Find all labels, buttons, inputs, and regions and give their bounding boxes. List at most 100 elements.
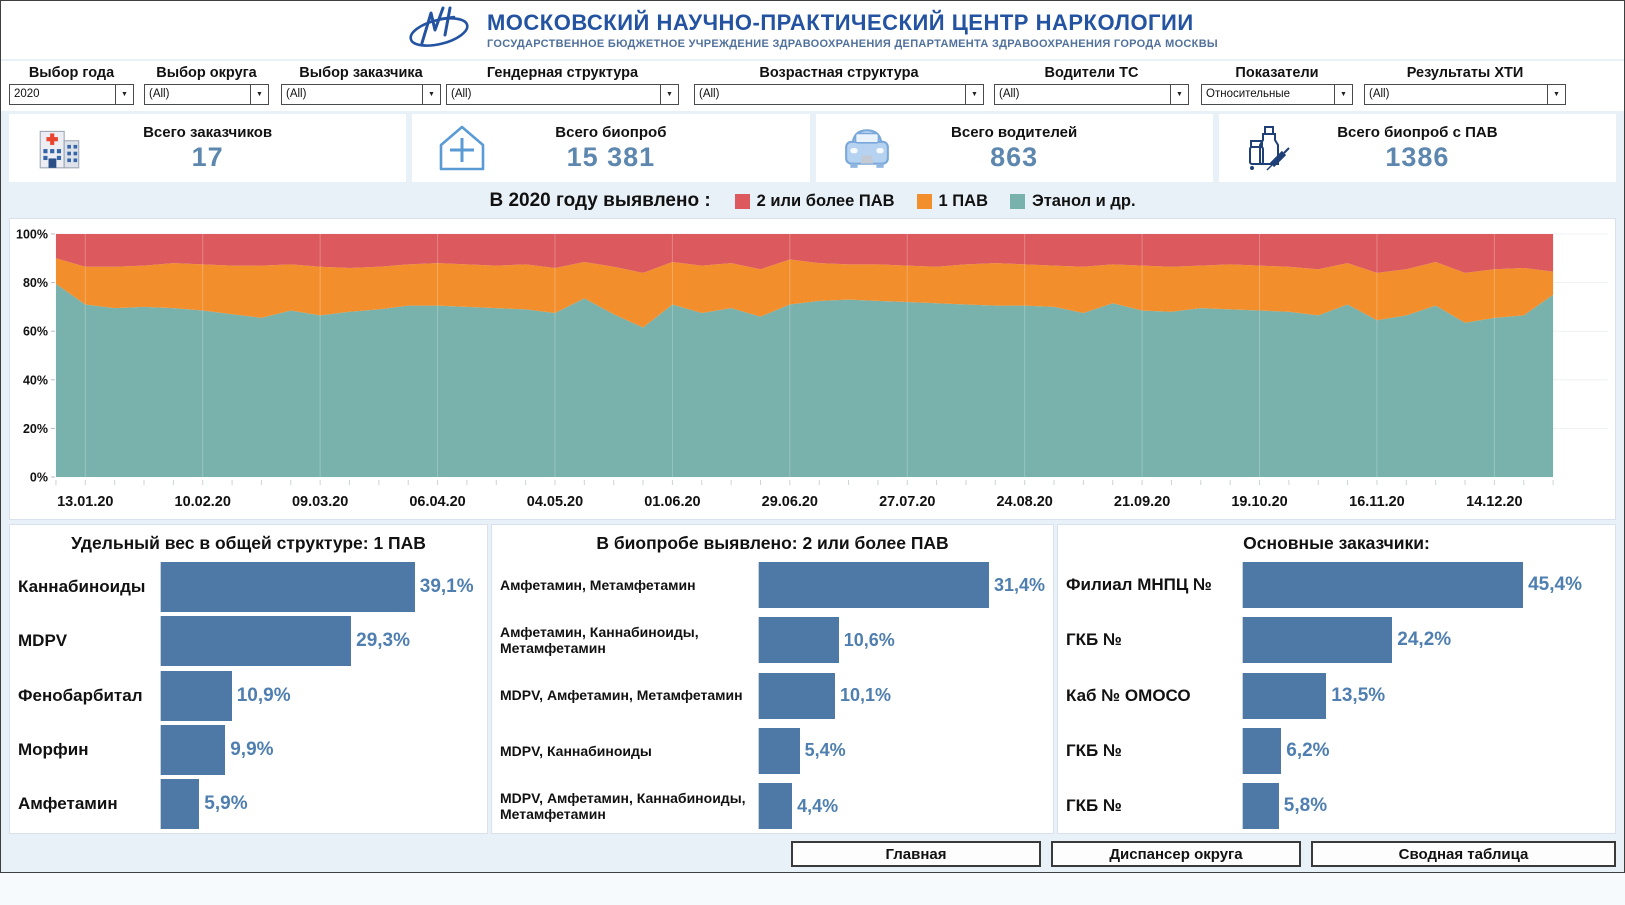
table-row: MDPV, Амфетамин, Метамфетамин 10,1% [500, 673, 1045, 719]
kpi-label: Всего биопроб [555, 124, 666, 141]
filter-dropdown[interactable]: (All) ▼ [1364, 84, 1566, 105]
bar-label: MDPV, Амфетамин, Метамфетамин [500, 687, 758, 703]
filter-label: Выбор заказчика [281, 64, 441, 82]
filter-label: Водители ТС [994, 64, 1189, 82]
chevron-down-icon[interactable]: ▼ [965, 85, 983, 104]
filter-dropdown-value: (All) [447, 85, 471, 104]
chevron-down-icon[interactable]: ▼ [115, 85, 133, 104]
bar-value: 10,1% [840, 685, 891, 706]
bar-label: ГКБ № [1066, 741, 1242, 761]
filter-dropdown[interactable]: (All) ▼ [994, 84, 1189, 105]
filter-label: Возрастная структура [694, 64, 984, 82]
bar-track: 10,1% [758, 673, 1045, 719]
bar-label: Морфин [18, 740, 160, 760]
bar-label: Фенобарбитал [18, 686, 160, 706]
table-row: Каннабиноиды39,1% [18, 562, 479, 612]
svg-text:40%: 40% [23, 373, 48, 387]
bar[interactable] [161, 616, 351, 666]
table-row: Фенобарбитал 10,9% [18, 671, 479, 721]
bar[interactable] [161, 725, 225, 775]
bar-track: 5,4% [758, 728, 1045, 774]
hospital-icon [35, 124, 85, 172]
legend-item[interactable]: Этанол и др. [1010, 192, 1136, 211]
chevron-down-icon[interactable]: ▼ [250, 85, 268, 104]
bar[interactable] [1243, 562, 1523, 608]
bar-label: Амфетамин, Каннабиноиды, Метамфетамин [500, 624, 758, 656]
chevron-down-icon[interactable]: ▼ [660, 85, 678, 104]
area-chart-panel: 0%20%40%60%80%100%13.01.2010.02.2009.03.… [9, 218, 1616, 520]
legend-swatch [917, 194, 932, 209]
filter-dropdown[interactable]: (All)▼ [694, 84, 984, 105]
table-row: MDPV, Амфетамин, Каннабиноиды, Метамфета… [500, 783, 1045, 829]
bar[interactable] [1243, 728, 1281, 774]
bar-value: 5,9% [204, 793, 247, 815]
svg-text:0%: 0% [30, 470, 48, 484]
filter-6: Водители ТС (All) ▼ [994, 64, 1189, 105]
filter-7: ПоказателиОтносительные▼ [1201, 64, 1353, 105]
filter-dropdown[interactable]: 2020 ▼ [9, 84, 134, 105]
chevron-down-icon[interactable]: ▼ [1170, 85, 1188, 104]
bar-value: 29,3% [356, 630, 410, 652]
svg-text:21.09.20: 21.09.20 [1114, 494, 1170, 510]
bar-value: 4,4% [797, 796, 838, 817]
bar-track: 45,4% [1242, 562, 1607, 608]
table-row: ГКБ № 6,2% [1066, 728, 1607, 774]
bar-track: 5,9% [160, 779, 479, 829]
filter-dropdown[interactable]: (All) ▼ [446, 84, 679, 105]
bar-value: 10,9% [237, 685, 291, 707]
filter-dropdown[interactable]: (All)▼ [144, 84, 269, 105]
bar[interactable] [759, 562, 989, 608]
bar-track: 10,9% [160, 671, 479, 721]
chevron-down-icon[interactable]: ▼ [422, 85, 440, 104]
bar[interactable] [1243, 617, 1392, 663]
nav-buttons: Главная Диспансер округа Сводная таблица [1, 841, 1616, 867]
chevron-down-icon[interactable]: ▼ [1334, 85, 1352, 104]
bar-track: 10,6% [758, 617, 1045, 663]
filter-dropdown[interactable]: (All)▼ [281, 84, 441, 105]
bar-track: 31,4% [758, 562, 1045, 608]
filter-bar: Выбор года2020▼Выбор округа(All)▼Выбор з… [1, 61, 1624, 111]
stacked-area-chart[interactable]: 0%20%40%60%80%100%13.01.2010.02.2009.03.… [10, 219, 1615, 519]
table-row: Каб № ОМОСО13,5% [1066, 673, 1607, 719]
table-row: Амфетамин, Метамфетамин31,4% [500, 562, 1045, 608]
bar-label: ГКБ № [1066, 796, 1242, 816]
bar[interactable] [1243, 783, 1279, 829]
svg-text:16.11.20: 16.11.20 [1349, 494, 1405, 510]
bar-track: 5,8% [1242, 783, 1607, 829]
table-row: ГКБ №24,2% [1066, 617, 1607, 663]
legend-item[interactable]: 2 или более ПАВ [735, 192, 895, 211]
bar-track: 13,5% [1242, 673, 1607, 719]
legend-item[interactable]: 1 ПАВ [917, 192, 988, 211]
nav-button-home[interactable]: Главная [791, 841, 1041, 867]
nav-button-district-dispensary[interactable]: Диспансер округа [1051, 841, 1301, 867]
filter-dropdown-value: 2020 [10, 85, 40, 104]
filter-dropdown-value: Относительные [1202, 85, 1290, 104]
bar-value: 5,8% [1284, 795, 1327, 817]
table-row: Амфетамин, Каннабиноиды, Метамфетамин10,… [500, 617, 1045, 663]
svg-text:19.10.20: 19.10.20 [1231, 494, 1287, 510]
kpi-card-drivers: Всего водителей 863 [816, 114, 1213, 182]
svg-text:20%: 20% [23, 422, 48, 436]
nav-button-summary-table[interactable]: Сводная таблица [1311, 841, 1616, 867]
bar[interactable] [759, 728, 800, 774]
legend-label: Этанол и др. [1032, 192, 1136, 211]
bar[interactable] [1243, 673, 1326, 719]
bar-panel-2: В биопробе выявлено: 2 или более ПАВАмфе… [491, 524, 1054, 834]
table-row: MDPV, Каннабиноиды5,4% [500, 728, 1045, 774]
bar[interactable] [759, 673, 835, 719]
filter-dropdown[interactable]: Относительные ▼ [1201, 84, 1353, 105]
bar[interactable] [161, 779, 199, 829]
bar-label: Каннабиноиды [18, 577, 160, 597]
filter-dropdown-value: (All) [995, 85, 1019, 104]
clinic-house-icon [438, 124, 488, 172]
chevron-down-icon[interactable]: ▼ [1547, 85, 1565, 104]
filter-dropdown-value: (All) [1365, 85, 1389, 104]
bar-track: 6,2% [1242, 728, 1607, 774]
bar-value: 24,2% [1397, 629, 1451, 651]
svg-text:100%: 100% [16, 227, 48, 241]
bar[interactable] [161, 671, 232, 721]
bar[interactable] [759, 783, 792, 829]
bar[interactable] [759, 617, 839, 663]
bar-value: 6,2% [1286, 740, 1329, 762]
bar[interactable] [161, 562, 415, 612]
